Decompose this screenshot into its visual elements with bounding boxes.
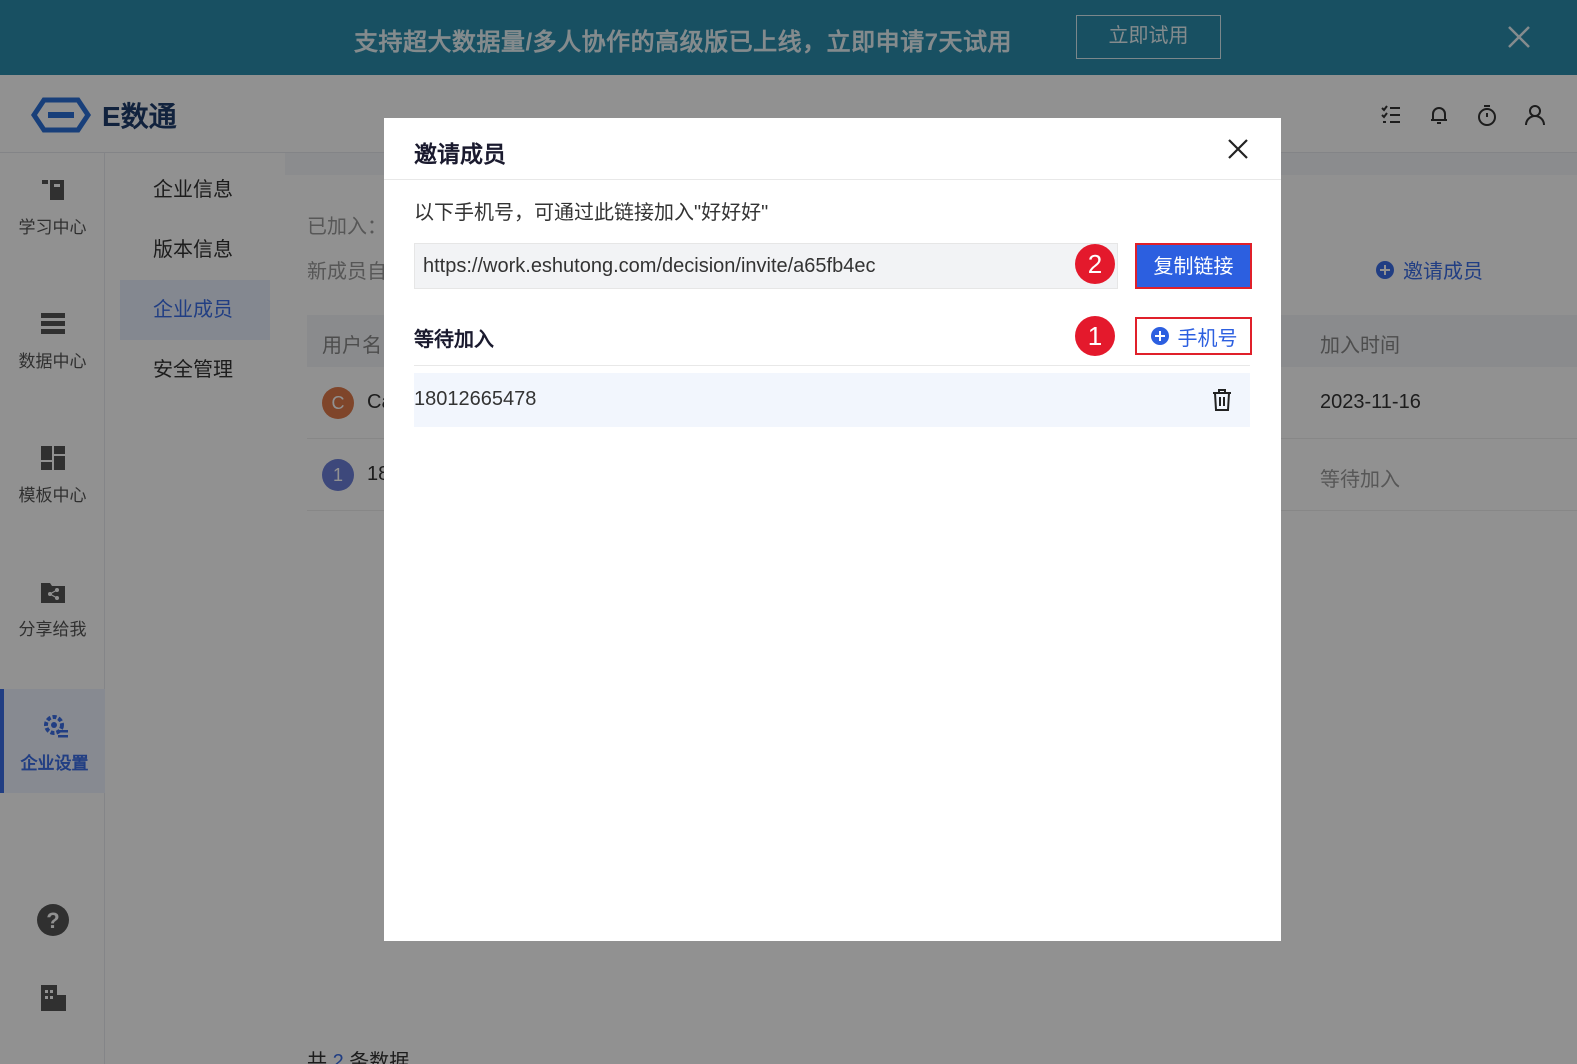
step-badge-1: 1 <box>1075 316 1115 356</box>
dialog-title: 邀请成员 <box>414 141 506 167</box>
pending-phone: 18012665478 <box>414 388 537 410</box>
copy-link-button[interactable]: 复制链接 <box>1135 243 1252 289</box>
invite-link-field[interactable]: https://work.eshutong.com/decision/invit… <box>414 243 1118 289</box>
divider <box>414 365 1250 366</box>
dialog-header: 邀请成员 <box>384 118 1281 180</box>
close-icon[interactable] <box>1227 138 1249 160</box>
step-badge-2: 2 <box>1075 244 1115 284</box>
dialog-description: 以下手机号，可通过此链接加入"好好好" <box>414 202 769 224</box>
invite-member-dialog: 邀请成员 以下手机号，可通过此链接加入"好好好" https://work.es… <box>384 118 1281 941</box>
plus-circle-icon <box>1150 327 1169 345</box>
invite-link-text: https://work.eshutong.com/decision/invit… <box>423 255 876 277</box>
trash-icon[interactable] <box>1211 388 1233 412</box>
add-phone-button[interactable]: 手机号 <box>1135 317 1252 355</box>
pending-list-item: 18012665478 <box>414 373 1250 427</box>
pending-section-title: 等待加入 <box>414 329 494 351</box>
